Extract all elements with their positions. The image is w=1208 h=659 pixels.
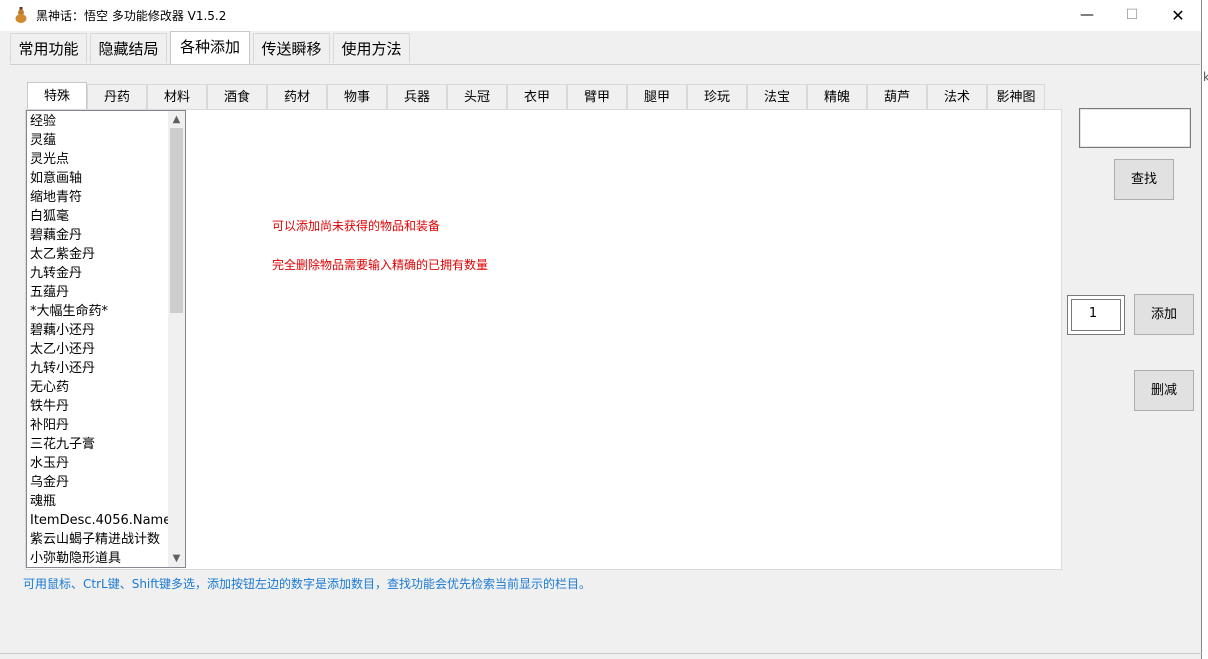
list-item[interactable]: *大幅生命药* [30, 302, 168, 321]
subtab-headgear[interactable]: 头冠 [447, 84, 507, 109]
subtab-leg-armor[interactable]: 腿甲 [627, 84, 687, 109]
subtab-weapons[interactable]: 兵器 [387, 84, 447, 109]
gourd-icon [15, 7, 27, 23]
scroll-thumb[interactable] [170, 128, 183, 313]
subtab-spells[interactable]: 法术 [927, 84, 987, 109]
subtab-journal[interactable]: 影神图 [987, 84, 1045, 109]
list-item[interactable]: 缩地青符 [30, 188, 168, 207]
hint-delete-exact: 完全删除物品需要输入精确的已拥有数量 [272, 258, 489, 272]
list-item[interactable]: 紫云山蝎子精进战计数 [30, 530, 168, 549]
subtab-things[interactable]: 物事 [327, 84, 387, 109]
close-button[interactable]: ✕ [1155, 0, 1201, 31]
tab-usage[interactable]: 使用方法 [333, 33, 410, 63]
quantity-input[interactable]: 1 [1071, 299, 1121, 331]
footer-hint: 可用鼠标、CtrL键、Shift键多选，添加按钮左边的数字是添加数目，查找功能会… [23, 577, 591, 591]
list-item[interactable]: 碧藕金丹 [30, 226, 168, 245]
subtab-curios[interactable]: 珍玩 [687, 84, 747, 109]
tab-teleport[interactable]: 传送瞬移 [253, 33, 330, 63]
subtab-spirits[interactable]: 精魄 [807, 84, 867, 109]
add-button[interactable]: 添加 [1134, 294, 1194, 335]
list-item[interactable]: 灵蕴 [30, 131, 168, 150]
tab-common[interactable]: 常用功能 [10, 33, 87, 63]
list-item[interactable]: 乌金丹 [30, 473, 168, 492]
minimize-button[interactable]: — [1064, 0, 1110, 31]
hint-add-unobtained: 可以添加尚未获得的物品和装备 [272, 219, 441, 233]
list-item[interactable]: 铁牛丹 [30, 397, 168, 416]
search-input[interactable] [1079, 108, 1191, 148]
subtab-pills[interactable]: 丹药 [87, 84, 147, 109]
list-item[interactable]: 太乙小还丹 [30, 340, 168, 359]
delete-button[interactable]: 删减 [1134, 370, 1194, 411]
subtab-vessels[interactable]: 法宝 [747, 84, 807, 109]
subtab-body-armor[interactable]: 衣甲 [507, 84, 567, 109]
background-window-fragment: k [1203, 70, 1208, 84]
tab-add-items[interactable]: 各种添加 [170, 31, 250, 64]
list-item[interactable]: 五蕴丹 [30, 283, 168, 302]
subtab-food[interactable]: 酒食 [207, 84, 267, 109]
list-item[interactable]: 灵光点 [30, 150, 168, 169]
list-item[interactable]: 如意画轴 [30, 169, 168, 188]
scroll-up-icon[interactable]: ▲ [168, 111, 185, 128]
quantity-field: 1 [1067, 295, 1125, 335]
subtab-herbs[interactable]: 药材 [267, 84, 327, 109]
list-item[interactable]: 太乙紫金丹 [30, 245, 168, 264]
list-scrollbar[interactable]: ▲ ▼ [168, 111, 185, 567]
subtab-arm-armor[interactable]: 臂甲 [567, 84, 627, 109]
subtab-materials[interactable]: 材料 [147, 84, 207, 109]
tab-hidden-ending[interactable]: 隐藏结局 [90, 33, 167, 63]
app-window: 黑神话：悟空 多功能修改器 V1.5.2 — ☐ ✕ 常用功能 隐藏结局 各种添… [0, 0, 1202, 659]
search-button[interactable]: 查找 [1114, 159, 1174, 200]
list-item[interactable]: 九转小还丹 [30, 359, 168, 378]
list-item[interactable]: 九转金丹 [30, 264, 168, 283]
scroll-down-icon[interactable]: ▼ [168, 550, 185, 567]
item-list: 经验 灵蕴 灵光点 如意画轴 缩地青符 白狐毫 碧藕金丹 太乙紫金丹 九转金丹 … [30, 112, 168, 567]
list-item[interactable]: 水玉丹 [30, 454, 168, 473]
list-item[interactable]: 补阳丹 [30, 416, 168, 435]
list-item[interactable]: 魂瓶 [30, 492, 168, 511]
status-divider [0, 653, 1202, 654]
list-item[interactable]: 碧藕小还丹 [30, 321, 168, 340]
list-item[interactable]: ItemDesc.4056.Name [30, 511, 168, 530]
item-listbox[interactable]: 经验 灵蕴 灵光点 如意画轴 缩地青符 白狐毫 碧藕金丹 太乙紫金丹 九转金丹 … [26, 110, 186, 568]
maximize-button[interactable]: ☐ [1109, 0, 1155, 31]
list-item[interactable]: 三花九子膏 [30, 435, 168, 454]
list-item[interactable]: 白狐毫 [30, 207, 168, 226]
list-item[interactable]: 经验 [30, 112, 168, 131]
title-bar: 黑神话：悟空 多功能修改器 V1.5.2 — ☐ ✕ [0, 0, 1201, 31]
subtab-special[interactable]: 特殊 [27, 82, 87, 110]
window-title: 黑神话：悟空 多功能修改器 V1.5.2 [36, 9, 227, 23]
list-item[interactable]: 小弥勒隐形道具 [30, 549, 168, 567]
list-item[interactable]: 无心药 [30, 378, 168, 397]
subtab-gourds[interactable]: 葫芦 [867, 84, 927, 109]
